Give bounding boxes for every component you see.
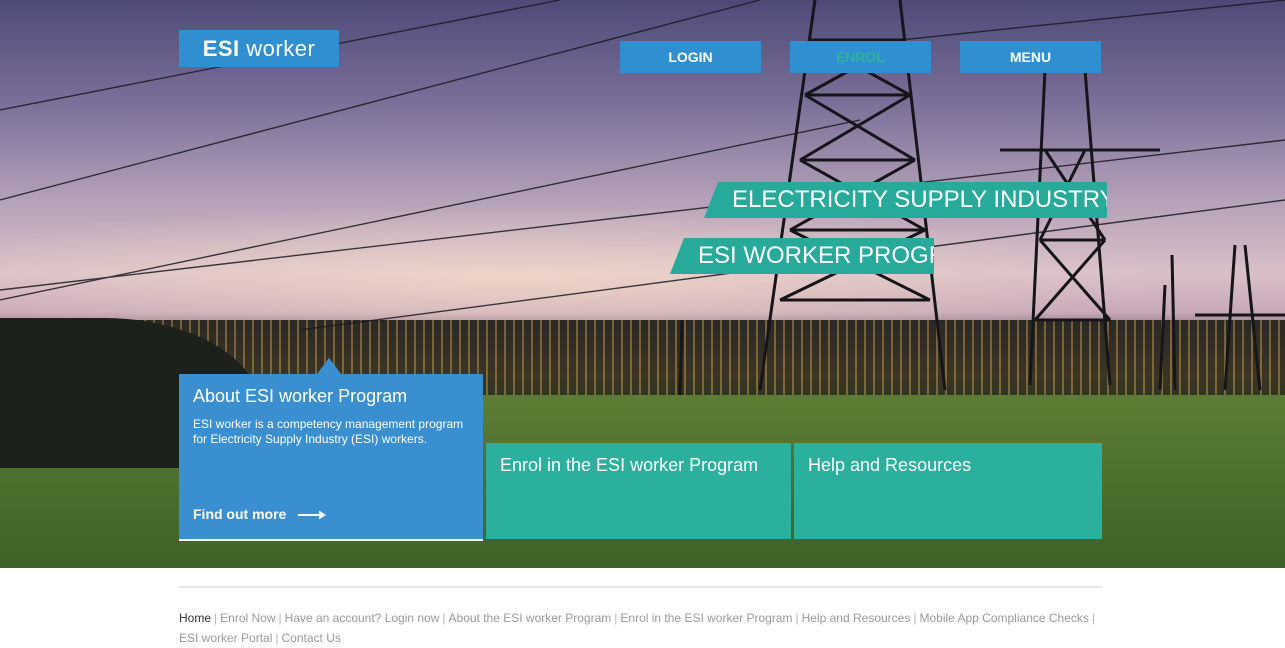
footer-separator: | (614, 611, 618, 625)
footer-separator: | (275, 631, 279, 645)
footer-link-help[interactable]: Help and Resources (802, 611, 911, 625)
login-button[interactable]: LOGIN (620, 41, 761, 73)
footer-links: Home | Enrol Now | Have an account? Login no… (179, 608, 1102, 648)
footer-link-login[interactable]: Have an account? Login now (285, 611, 440, 625)
footer-link-enrol-program[interactable]: Enrol in the ESI worker Program (620, 611, 792, 625)
logo-text: worker (246, 36, 316, 61)
footer-link-home[interactable]: Home (179, 611, 211, 625)
help-resources-card[interactable]: Help and Resources (794, 443, 1102, 539)
about-card-title: About ESI worker Program (193, 386, 408, 406)
footer-separator: | (913, 611, 917, 625)
logo-bold-text: ESI (202, 36, 240, 61)
find-out-more-label: Find out more (193, 506, 287, 522)
enrol-program-card[interactable]: Enrol in the ESI worker Program (486, 443, 791, 539)
footer-link-mobile-app[interactable]: Mobile App Compliance Checks (919, 611, 1088, 625)
program-banner: ESI WORKER PROGRAM (670, 238, 934, 274)
arrow-right-icon (298, 510, 327, 520)
help-card-title: Help and Resources (808, 455, 972, 475)
footer-separator: | (795, 611, 799, 625)
footer-separator: | (278, 611, 282, 625)
footer-divider (179, 586, 1102, 588)
industry-banner: ELECTRICITY SUPPLY INDUSTRY (ESI) (704, 182, 1107, 218)
footer-link-portal[interactable]: ESI worker Portal (179, 631, 272, 645)
footer-link-contact[interactable]: Contact Us (282, 631, 341, 645)
footer-separator: | (442, 611, 446, 625)
footer-separator: | (214, 611, 218, 625)
footer-link-about[interactable]: About the ESI worker Program (449, 611, 612, 625)
menu-button[interactable]: MENU (960, 41, 1101, 73)
find-out-more-link[interactable]: Find out more (193, 506, 328, 522)
enrol-card-title: Enrol in the ESI worker Program (500, 455, 759, 475)
footer-separator: | (1091, 611, 1096, 625)
enrol-button[interactable]: ENROL (790, 41, 931, 73)
footer-link-enrol-now[interactable]: Enrol Now (220, 611, 275, 625)
about-program-card[interactable]: About ESI worker Program ESI worker is a… (179, 358, 483, 541)
esi-worker-logo[interactable]: ESI worker (179, 30, 339, 67)
about-card-description: ESI worker is a competency management pr… (193, 417, 464, 446)
